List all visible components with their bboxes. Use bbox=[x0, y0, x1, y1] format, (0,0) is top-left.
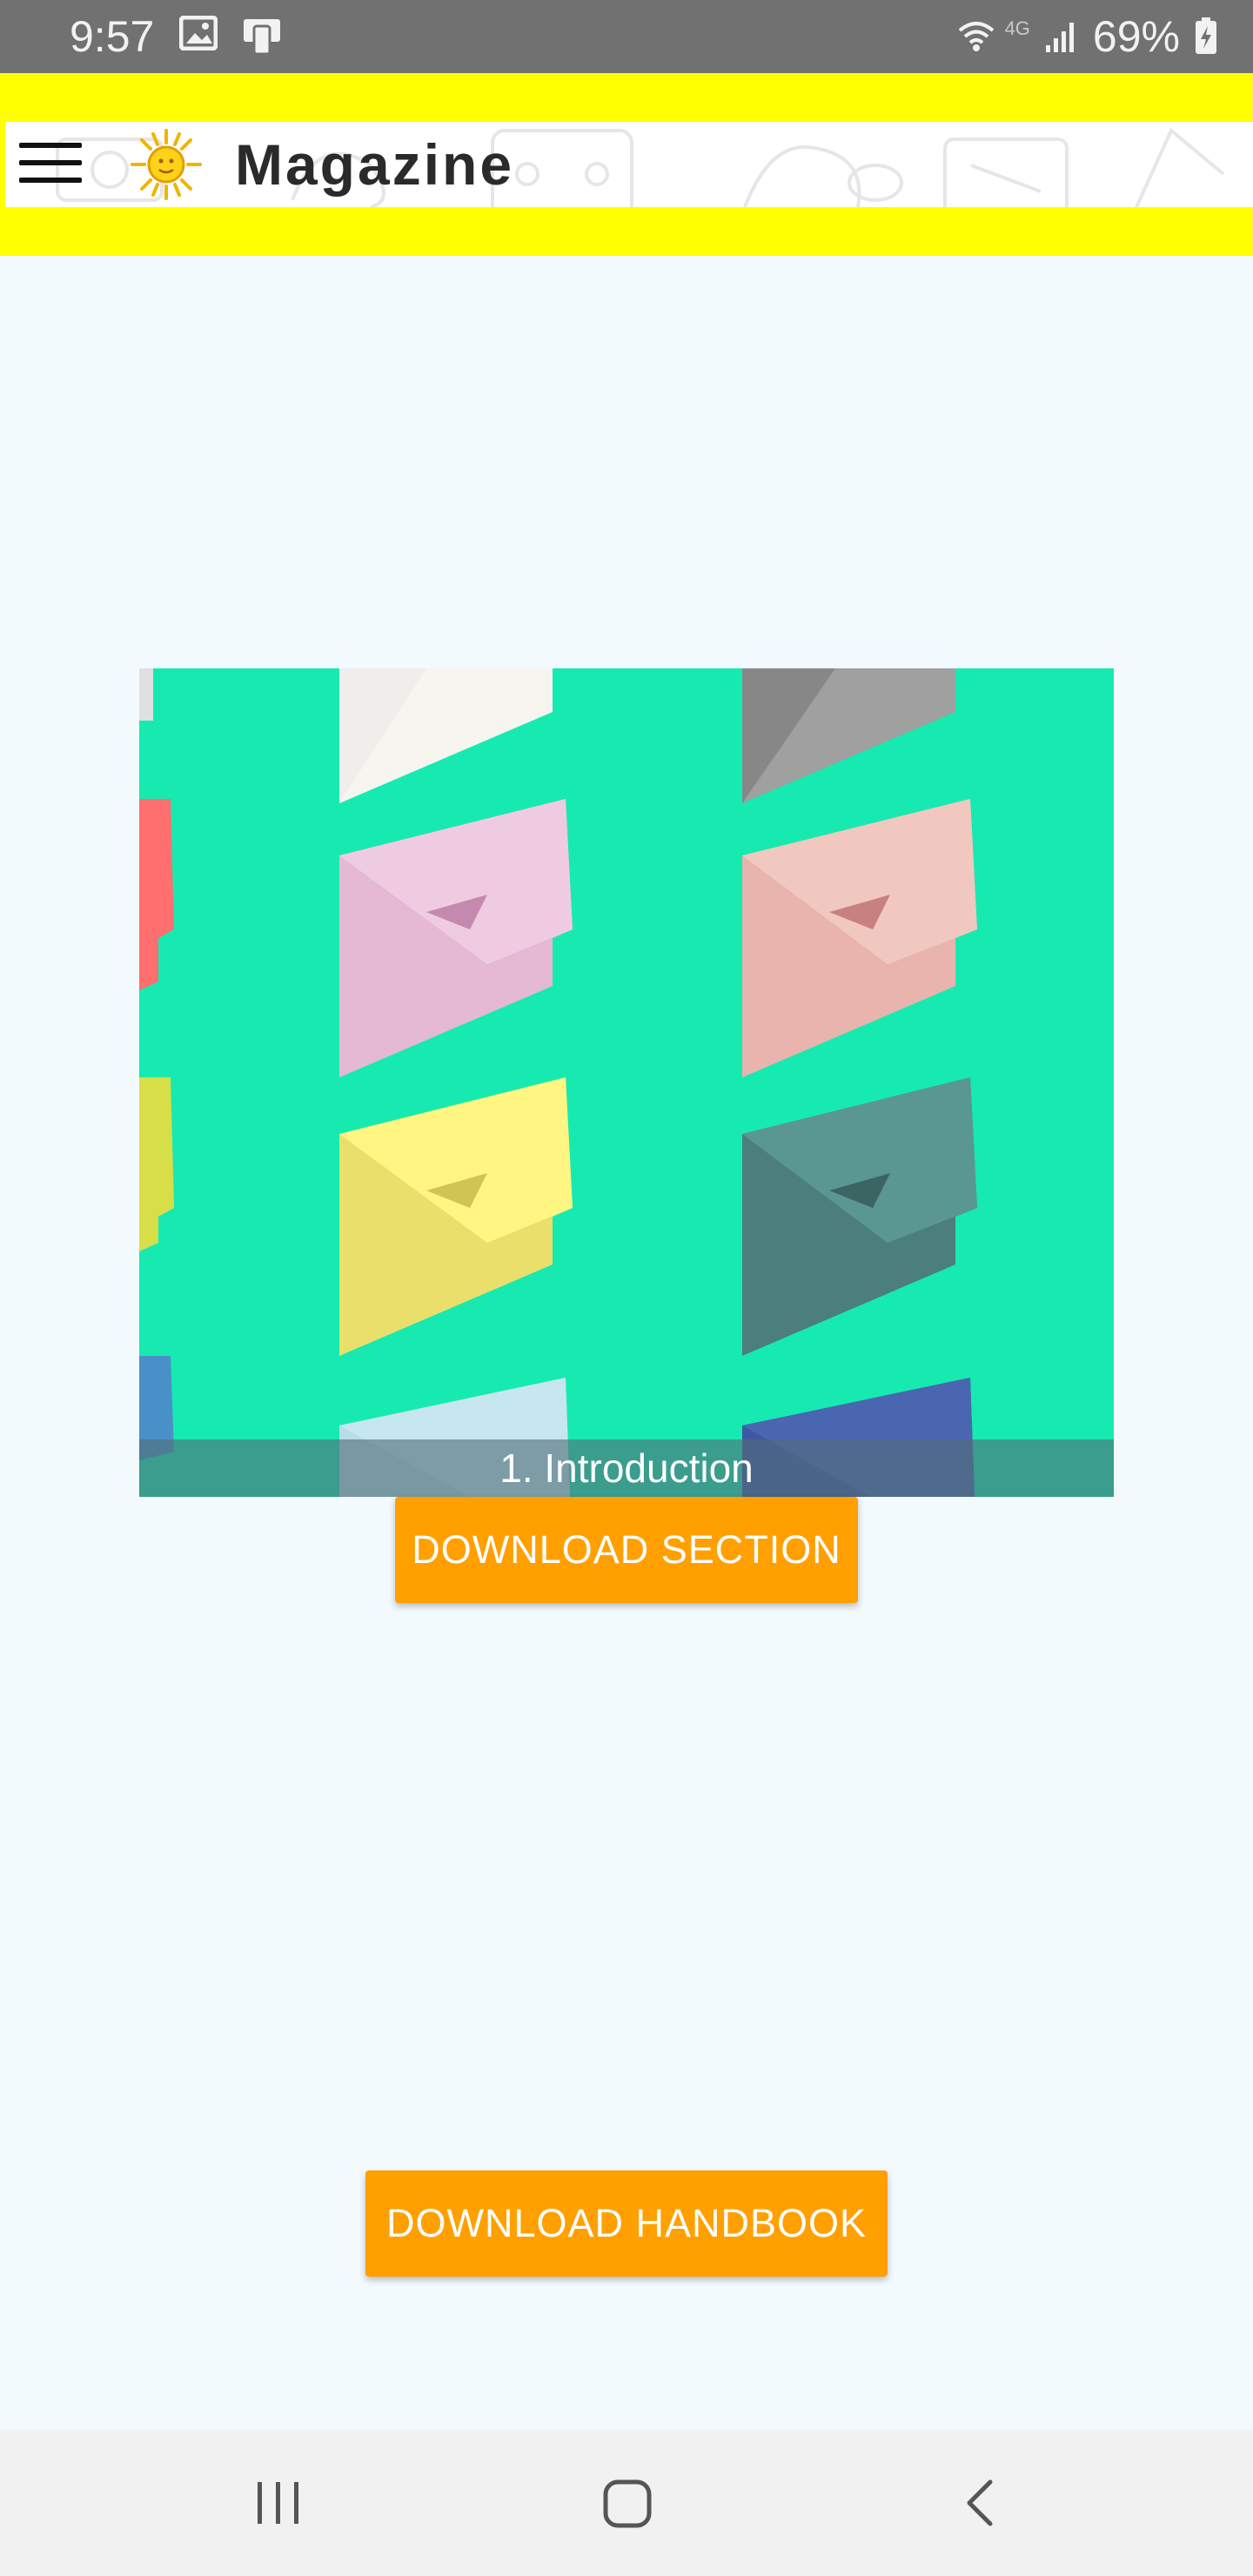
status-bar: 9:57 4G 69% bbox=[0, 0, 1253, 73]
section-card[interactable]: 1. Introduction bbox=[139, 668, 1114, 1497]
device-icon bbox=[244, 19, 280, 56]
app-bar: Magazine bbox=[5, 122, 1253, 207]
envelope-gray bbox=[742, 668, 955, 803]
download-handbook-button[interactable]: DOWNLOAD HANDBOOK bbox=[365, 2170, 888, 2277]
menu-icon bbox=[19, 143, 82, 148]
system-icons: 4G 69% bbox=[956, 9, 1218, 64]
app-title: Magazine bbox=[235, 132, 515, 197]
signal-icon bbox=[1045, 23, 1074, 52]
envelope-teal bbox=[742, 1077, 977, 1356]
envelope-pink bbox=[339, 799, 573, 1077]
recent-apps-icon[interactable] bbox=[252, 2479, 305, 2527]
navigation-bar bbox=[0, 2430, 1253, 2576]
image-icon bbox=[179, 16, 218, 50]
wifi-icon bbox=[958, 22, 994, 51]
back-icon[interactable] bbox=[961, 2477, 999, 2529]
download-section-button[interactable]: DOWNLOAD SECTION bbox=[395, 1497, 858, 1603]
envelope-peach bbox=[742, 799, 977, 1077]
home-icon[interactable] bbox=[602, 2479, 653, 2529]
network-type: 4G bbox=[1004, 17, 1030, 39]
envelope-yellow bbox=[339, 1077, 573, 1356]
envelopes-illustration bbox=[139, 668, 977, 1497]
status-time: 9:57 bbox=[70, 12, 155, 61]
notification-icons bbox=[179, 16, 284, 56]
sun-logo-icon bbox=[131, 129, 202, 200]
battery-level: 69% bbox=[1092, 12, 1180, 61]
section-caption: 1. Introduction bbox=[139, 1439, 1114, 1497]
menu-button[interactable] bbox=[14, 139, 84, 191]
envelope-white bbox=[339, 668, 553, 803]
battery-charging-icon bbox=[1196, 17, 1216, 54]
